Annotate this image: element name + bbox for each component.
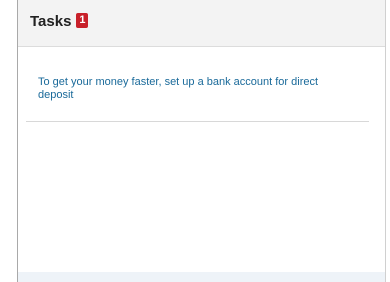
panel-title-container: Tasks 1 bbox=[30, 13, 89, 30]
tasks-panel: Tasks 1 To get your money faster, set up… bbox=[17, 0, 386, 282]
divider bbox=[26, 121, 369, 122]
page-background: Tasks 1 To get your money faster, set up… bbox=[0, 0, 390, 282]
panel-title: Tasks bbox=[30, 13, 72, 30]
task-count-badge: 1 bbox=[76, 13, 89, 28]
task-link-direct-deposit[interactable]: To get your money faster, set up a bank … bbox=[38, 76, 353, 102]
panel-header: Tasks 1 bbox=[18, 0, 385, 47]
panel-footer-strip bbox=[18, 272, 385, 282]
